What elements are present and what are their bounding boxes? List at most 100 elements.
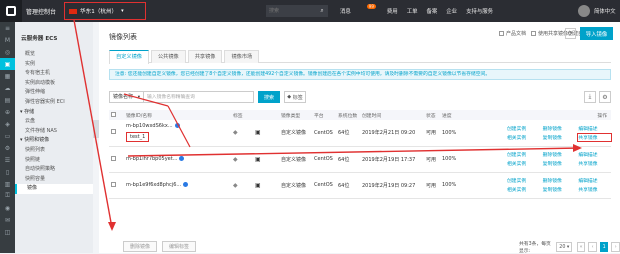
page-size-select[interactable]: 20 ▾ (556, 242, 572, 252)
cloud-icon[interactable]: ☁ (0, 82, 15, 94)
language-switch[interactable]: 简体中文 (594, 7, 616, 15)
user-icon[interactable]: ◉ (0, 202, 15, 214)
sidebar-item-disks[interactable]: 云盘 (15, 117, 93, 127)
create-instance-link[interactable]: 创建实例 (507, 151, 540, 158)
related-instances-link[interactable]: 相关实例 (507, 160, 540, 167)
chart-icon[interactable]: ▥ (0, 178, 15, 190)
share-image-link[interactable]: 共享镜像 (578, 160, 611, 167)
sidebar-item-images[interactable]: 镜像 (15, 184, 93, 194)
tag-icon[interactable]: ◆ (233, 129, 238, 136)
delete-image-link[interactable]: 删除镜像 (543, 177, 576, 184)
next-page-button[interactable]: › (611, 242, 620, 252)
batch-edit-tags-button[interactable]: 编辑标签 (162, 241, 197, 252)
row-select[interactable] (109, 120, 124, 147)
copy-image-link[interactable]: 复制镜像 (543, 186, 576, 193)
sidebar-item-ddh[interactable]: 专有宿主机 (15, 69, 93, 79)
tag-icon[interactable]: ◆ (233, 182, 238, 189)
checkbox[interactable] (111, 155, 116, 161)
tab-custom-images[interactable]: 自定义镜像 (109, 50, 149, 64)
doc-icon[interactable]: ▯ (0, 166, 15, 178)
checkbox[interactable] (111, 111, 116, 117)
sidebar-item-snapshot-capacity[interactable]: 快照容量 (15, 175, 93, 185)
monitor-icon[interactable]: ▣ (255, 129, 261, 136)
sidebar-item-auto-snapshot-policy[interactable]: 自动快照策略 (15, 165, 93, 175)
console-title[interactable]: 管理控制台 (26, 7, 62, 16)
delete-image-link[interactable]: 删除镜像 (543, 151, 576, 158)
copy-image-link[interactable]: 复制镜像 (543, 160, 576, 167)
share-image-link[interactable]: 共享镜像 (576, 132, 613, 143)
nav-enterprise[interactable]: 企业 (446, 7, 457, 15)
info-icon[interactable] (183, 182, 189, 187)
delete-image-link[interactable]: 删除镜像 (543, 125, 576, 132)
refresh-button[interactable]: ⟳ (565, 28, 576, 39)
tab-public-images[interactable]: 公共镜像 (150, 50, 186, 63)
search-button[interactable]: 搜索 (258, 91, 280, 103)
nav-billing[interactable]: 费用 (387, 7, 398, 15)
monitor-icon[interactable]: ▣ (255, 156, 261, 163)
sidebar-item-snapshot-chain[interactable]: 快照链 (15, 156, 93, 166)
lock-icon[interactable]: ◫ (0, 226, 15, 238)
ecs-icon[interactable]: ▣ (0, 58, 15, 70)
settings-icon[interactable]: ⚙ (0, 142, 15, 154)
image-id-link[interactable]: m-bp10wxdS6kx... (126, 123, 173, 129)
product-doc-icon[interactable] (499, 31, 504, 36)
nav-messages[interactable]: 消息 99 (340, 4, 378, 15)
checkbox[interactable] (111, 129, 116, 135)
aliyun-logo[interactable] (0, 0, 22, 22)
avatar[interactable] (578, 5, 590, 17)
filter-field-select[interactable]: 镜像名称 ▾ (109, 91, 144, 103)
tab-shared-images[interactable]: 共享镜像 (187, 50, 223, 63)
related-instances-link[interactable]: 相关实例 (507, 134, 540, 141)
nav-icp[interactable]: 备案 (426, 7, 437, 15)
menu-icon[interactable]: ≡ (0, 22, 15, 34)
shield-icon[interactable]: ◈ (0, 118, 15, 130)
search-icon[interactable]: ⌕ (316, 5, 328, 17)
create-instance-link[interactable]: 创建实例 (507, 177, 540, 184)
related-instances-link[interactable]: 相关实例 (507, 186, 540, 193)
region-selector[interactable]: 华东1（杭州） ▾ (64, 2, 146, 20)
tag-icon[interactable]: ◆ (233, 156, 238, 163)
image-id-link[interactable]: m-bp1ihr7bp05yet... (126, 156, 177, 162)
first-page-button[interactable]: « (576, 242, 586, 252)
sidebar-group-storage[interactable]: ▾ 存储 (15, 108, 93, 118)
sidebar-item-autoscaling[interactable]: 弹性伸缩 (15, 88, 93, 98)
info-icon[interactable] (179, 156, 185, 161)
sidebar-item-overview[interactable]: 概览 (15, 50, 93, 60)
key-icon[interactable]: ⚿ (0, 190, 15, 202)
edit-description-link[interactable]: 编辑描述 (578, 177, 611, 184)
sidebar-item-eci[interactable]: 弹性容器实例 ECI (15, 98, 93, 108)
row-select[interactable] (109, 172, 124, 199)
search-input[interactable] (266, 5, 316, 17)
sidebar-item-launch-template[interactable]: 实例启动模板 (15, 79, 93, 89)
globe-icon[interactable]: ◎ (0, 46, 15, 58)
tab-marketplace[interactable]: 镜像市场 (224, 50, 260, 63)
nav-support[interactable]: 支持与服务 (466, 7, 493, 15)
mail-icon[interactable]: ✉ (0, 214, 15, 226)
image-id-link[interactable]: m-bp1e9f6xd8phcj6... (126, 182, 181, 188)
settings-icon[interactable]: ⚙ (599, 91, 611, 103)
sidebar-item-snapshots[interactable]: 快照列表 (15, 146, 93, 156)
share-image-link[interactable]: 共享镜像 (578, 186, 611, 193)
prev-page-button[interactable]: ‹ (588, 242, 597, 252)
sidebar-group-snapshots-images[interactable]: ▾ 快照和镜像 (15, 136, 93, 146)
monitor-icon[interactable]: ▣ (255, 182, 261, 189)
sidebar-item-nas[interactable]: 文件存储 NAS (15, 127, 93, 137)
import-image-button[interactable]: 导入镜像 (580, 27, 613, 40)
database-icon[interactable]: ▤ (0, 94, 15, 106)
edit-description-link[interactable]: 编辑描述 (578, 125, 611, 132)
edit-description-link[interactable]: 编辑描述 (578, 151, 611, 158)
row-select[interactable] (109, 146, 124, 173)
product-m-icon[interactable]: M (0, 34, 15, 46)
header-select-all[interactable] (109, 110, 124, 120)
tag-filter-button[interactable]: ◆ 标签 (284, 91, 306, 103)
nav-tickets[interactable]: 工单 (407, 7, 418, 15)
monitor-icon[interactable]: ▭ (0, 130, 15, 142)
page-button-current[interactable]: 1 (599, 242, 609, 252)
download-icon[interactable]: ⤓ (584, 91, 596, 103)
grid-icon[interactable]: ▦ (0, 70, 15, 82)
shared-image-checkbox[interactable] (531, 31, 537, 36)
info-icon[interactable] (174, 123, 180, 129)
create-instance-link[interactable]: 创建实例 (507, 125, 540, 132)
keyword-input[interactable]: 输入镜像名称精确查询 (144, 91, 254, 103)
checkbox[interactable] (111, 181, 116, 187)
